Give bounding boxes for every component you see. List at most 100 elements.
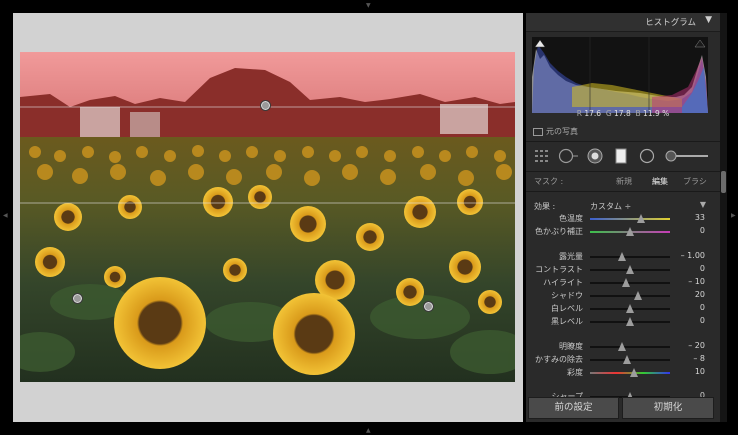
slider-row-8: 明瞭度 – 20 xyxy=(526,341,720,353)
b-label: B xyxy=(635,109,641,118)
slider-label: 彩度 xyxy=(567,368,583,377)
slider-row-7: 黒レベル 0 xyxy=(526,316,720,328)
slider-value[interactable]: – 1.00 xyxy=(681,251,705,260)
slider-knob[interactable] xyxy=(618,342,626,351)
slider-track[interactable] xyxy=(590,304,670,313)
slider-label: 色温度 xyxy=(559,214,583,223)
radial-filter-pin-left[interactable] xyxy=(72,293,83,304)
graduated-filter-icon[interactable] xyxy=(614,148,628,164)
slider-value[interactable]: 0 xyxy=(700,264,705,273)
histogram-title: ヒストグラム xyxy=(645,18,696,28)
slider-value[interactable]: 0 xyxy=(700,226,705,235)
slider-label: 露光量 xyxy=(559,252,583,261)
radial-filter-icon[interactable] xyxy=(638,148,656,164)
slider-value[interactable]: 0 xyxy=(700,316,705,325)
slider-knob[interactable] xyxy=(622,278,630,287)
slider-value[interactable]: 10 xyxy=(695,367,705,376)
original-photo-checkbox[interactable] xyxy=(533,127,543,136)
slider-value[interactable]: – 8 xyxy=(693,354,705,363)
slider-row-3: コントラスト 0 xyxy=(526,264,720,276)
slider-row-0: 色温度 33 xyxy=(526,213,720,225)
slider-track[interactable] xyxy=(590,368,670,377)
slider-label: 黒レベル xyxy=(551,317,583,326)
crop-overlay-icon[interactable] xyxy=(534,148,552,164)
mask-option-new[interactable]: 新規 xyxy=(616,176,632,187)
collapse-triangle-icon[interactable]: ▼ xyxy=(705,15,712,25)
slider-track[interactable] xyxy=(590,291,670,300)
red-eye-icon[interactable] xyxy=(586,148,604,164)
image-canvas[interactable] xyxy=(13,13,523,422)
slider-value[interactable]: 20 xyxy=(695,290,705,299)
r-label: R xyxy=(576,109,582,118)
develop-panel: ヒストグラム ▼ R 17.6 G 17.8 B 11.9 % 元の写真 マスク… xyxy=(526,13,720,422)
histogram-header[interactable]: ヒストグラム ▼ xyxy=(526,13,720,32)
slider-value[interactable]: 33 xyxy=(695,213,705,222)
r-value: 17.6 xyxy=(584,109,602,118)
slider-knob[interactable] xyxy=(626,304,634,313)
slider-track[interactable] xyxy=(590,317,670,326)
tool-strip xyxy=(526,144,720,170)
slider-label: かすみの除去 xyxy=(535,355,583,364)
slider-knob[interactable] xyxy=(630,368,638,377)
right-panel-toggle-icon[interactable]: ▶ xyxy=(731,212,736,219)
divider xyxy=(526,171,720,172)
slider-row-2: 露光量 – 1.00 xyxy=(526,251,720,263)
slider-track[interactable] xyxy=(590,252,670,261)
slider-track[interactable] xyxy=(590,214,670,223)
slider-knob[interactable] xyxy=(626,265,634,274)
slider-knob[interactable] xyxy=(626,227,634,236)
original-photo-label: 元の写真 xyxy=(546,127,578,136)
b-value: 11.9 % xyxy=(643,109,670,118)
mask-label: マスク : xyxy=(534,177,564,186)
slider-row-5: シャドウ 20 xyxy=(526,290,720,302)
slider-row-4: ハイライト – 10 xyxy=(526,277,720,289)
slider-knob[interactable] xyxy=(634,291,642,300)
panel-scrollbar[interactable] xyxy=(720,13,727,422)
slider-value[interactable]: 0 xyxy=(700,303,705,312)
divider xyxy=(526,141,720,142)
g-value: 17.8 xyxy=(614,109,631,118)
effect-label: 効果 : xyxy=(534,202,556,211)
slider-knob[interactable] xyxy=(637,214,646,223)
slider-label: ハイライト xyxy=(543,278,583,287)
top-panel-toggle-icon[interactable]: ▼ xyxy=(366,2,371,9)
previous-settings-button[interactable]: 前の設定 xyxy=(528,397,619,419)
slider-row-6: 白レベル 0 xyxy=(526,303,720,315)
slider-track[interactable] xyxy=(590,355,670,364)
slider-label: 明瞭度 xyxy=(559,342,583,351)
histogram-graph[interactable] xyxy=(532,37,708,113)
slider-knob[interactable] xyxy=(626,317,634,326)
slider-track[interactable] xyxy=(590,278,670,287)
adjustment-brush-icon[interactable] xyxy=(664,148,710,164)
mask-row: マスク : 新規 編集 ブラシ xyxy=(526,173,720,189)
slider-track[interactable] xyxy=(590,227,670,236)
effect-preset-select[interactable]: カスタム ÷ xyxy=(590,201,631,212)
radial-filter-pin-right[interactable] xyxy=(423,301,434,312)
original-photo-toggle[interactable]: 元の写真 xyxy=(533,126,578,137)
slider-label: コントラスト xyxy=(535,265,583,274)
slider-label: 色かぶり補正 xyxy=(535,227,583,236)
slider-label: シャドウ xyxy=(551,291,583,300)
slider-row-9: かすみの除去 – 8 xyxy=(526,354,720,366)
slider-label: 白レベル xyxy=(551,304,583,313)
slider-row-1: 色かぶり補正 0 xyxy=(526,226,720,238)
slider-value[interactable]: – 20 xyxy=(688,341,705,350)
slider-track[interactable] xyxy=(590,265,670,274)
graduated-filter-pin[interactable] xyxy=(260,100,271,111)
histogram-readout: R 17.6 G 17.8 B 11.9 % xyxy=(526,109,720,118)
g-label: G xyxy=(605,109,612,118)
effect-collapse-icon[interactable]: ▼ xyxy=(700,200,706,209)
divider xyxy=(526,191,720,192)
slider-value[interactable]: – 10 xyxy=(688,277,705,286)
mask-option-edit[interactable]: 編集 xyxy=(652,176,668,187)
slider-row-10: 彩度 10 xyxy=(526,367,720,379)
reset-button[interactable]: 初期化 xyxy=(622,397,714,419)
bottom-panel-toggle-icon[interactable]: ▲ xyxy=(366,427,371,434)
slider-track[interactable] xyxy=(590,342,670,351)
mask-option-brush[interactable]: ブラシ xyxy=(683,176,707,187)
slider-knob[interactable] xyxy=(622,355,631,364)
scrollbar-thumb[interactable] xyxy=(721,171,726,193)
left-panel-toggle-icon[interactable]: ◀ xyxy=(3,212,8,219)
spot-removal-icon[interactable] xyxy=(558,148,580,164)
slider-knob[interactable] xyxy=(618,252,626,261)
